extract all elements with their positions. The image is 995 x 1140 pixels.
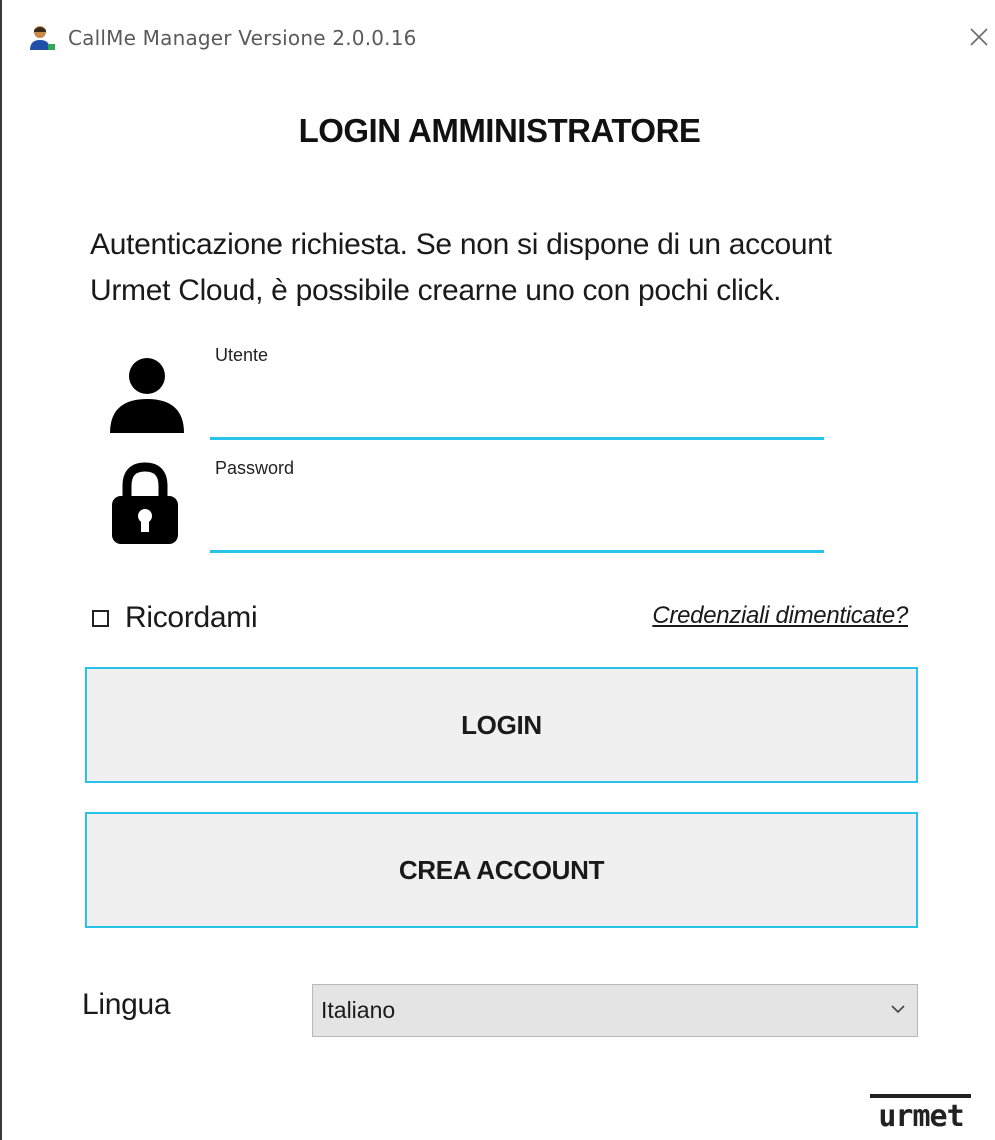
login-window: CallMe Manager Versione 2.0.0.16 LOGIN A… [0, 0, 995, 1140]
title-bar: CallMe Manager Versione 2.0.0.16 [4, 0, 995, 72]
remember-me-checkbox[interactable]: Ricordami [92, 600, 258, 636]
user-input[interactable] [210, 400, 824, 440]
checkbox-box[interactable] [92, 609, 109, 627]
chevron-down-icon [891, 1005, 905, 1014]
intro-line-2: Urmet Cloud, è possibile crearne uno con… [90, 274, 782, 307]
create-account-button[interactable]: CREA ACCOUNT [85, 812, 918, 928]
intro-text: Autenticazione richiesta. Se non si disp… [90, 222, 910, 314]
language-selected-value: Italiano [321, 997, 396, 1023]
user-manager-icon [30, 26, 55, 50]
login-button[interactable]: LOGIN [85, 667, 918, 783]
intro-line-1: Autenticazione richiesta. Se non si disp… [90, 228, 832, 261]
language-label: Lingua [82, 988, 171, 1021]
user-label: Utente [215, 345, 269, 365]
language-select[interactable]: Italiano [312, 984, 918, 1037]
page-title: LOGIN AMMINISTRATORE [298, 112, 701, 149]
remember-me-label: Ricordami [125, 601, 258, 634]
lock-icon [112, 462, 178, 544]
close-icon[interactable] [966, 24, 992, 50]
window-title: CallMe Manager Versione 2.0.0.16 [68, 26, 417, 50]
password-label: Password [215, 458, 295, 478]
urmet-logo: urmet [870, 1094, 971, 1132]
forgot-credentials-link[interactable]: Credenziali dimenticate? [652, 602, 908, 630]
user-icon [110, 358, 184, 433]
svg-text:urmet: urmet [878, 1099, 963, 1132]
password-input[interactable] [210, 513, 824, 553]
